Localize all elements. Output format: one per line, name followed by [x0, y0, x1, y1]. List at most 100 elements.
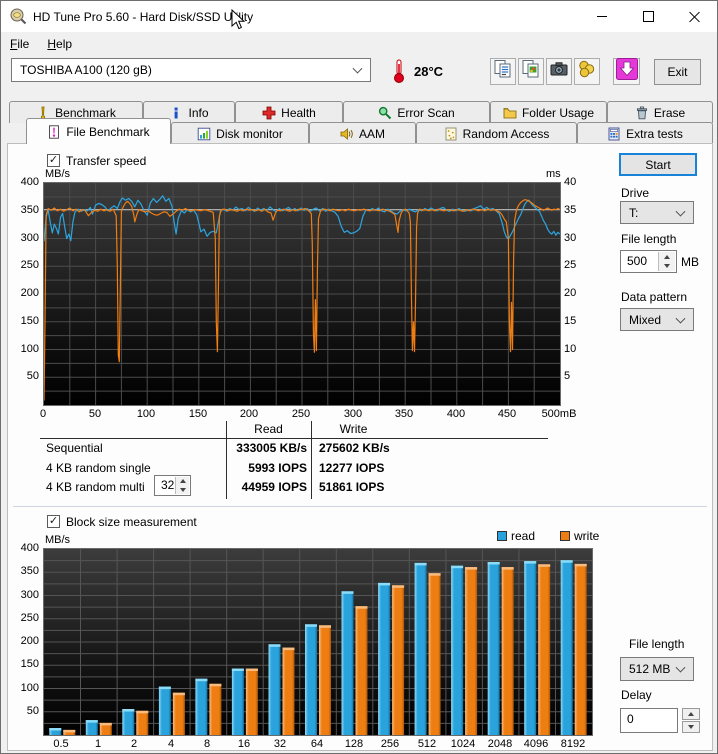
spin-up-icon[interactable] — [659, 252, 675, 262]
tab-label: Random Access — [462, 126, 550, 141]
bottom-chart-xtick: 512 — [417, 738, 437, 750]
file-length-spinner[interactable]: 500 — [620, 250, 677, 273]
update-download-button[interactable] — [613, 58, 640, 85]
delay-label: Delay — [621, 688, 652, 702]
exit-button[interactable]: Exit — [654, 59, 701, 85]
tab-extra-tests[interactable]: Extra tests — [577, 122, 713, 144]
drive-select[interactable]: TOSHIBA A100 (120 gB) — [11, 58, 371, 82]
tab-label: File Benchmark — [66, 124, 150, 139]
copy-report-icon — [493, 59, 513, 84]
drive-select-value: TOSHIBA A100 (120 gB) — [20, 63, 152, 77]
tab-label: Health — [281, 105, 316, 120]
file-length2-select[interactable]: 512 MB — [620, 657, 694, 681]
file-length-label: File length — [621, 232, 677, 246]
queue-depth-value: 32 — [161, 478, 175, 492]
top-chart-ytick-right: 35 — [564, 204, 577, 216]
top-chart-ytick-left: 250 — [20, 259, 39, 271]
maximize-button[interactable] — [625, 1, 671, 32]
top-chart-ytick-left: 150 — [20, 315, 39, 327]
bottom-chart-ytick: 250 — [20, 612, 39, 624]
block-size-checkbox[interactable]: ✓ — [47, 515, 60, 528]
top-chart-y-unit-right: ms — [546, 168, 561, 180]
tab-label: Folder Usage — [521, 105, 595, 120]
file-length2-label: File length — [629, 637, 685, 651]
copy-image-icon — [521, 59, 541, 84]
spin-down-icon[interactable] — [659, 261, 675, 271]
menu-item-help[interactable]: Help — [38, 32, 81, 51]
close-button[interactable] — [671, 1, 717, 32]
legend-read-swatch — [497, 531, 507, 541]
maximize-icon — [642, 11, 654, 22]
data-pattern-select[interactable]: Mixed — [620, 308, 694, 331]
top-chart-ytick-left: 350 — [20, 204, 39, 216]
minimize-icon — [597, 16, 607, 17]
top-chart-xtick: 500mB — [541, 408, 577, 420]
top-chart-ytick-right: 10 — [564, 343, 577, 355]
temperature-button[interactable] — [387, 57, 410, 85]
bottom-chart-xtick: 1024 — [450, 738, 476, 750]
delay-input[interactable]: 0 — [620, 708, 678, 733]
bottom-chart-xtick: 2 — [130, 738, 138, 750]
top-chart-ytick-left: 300 — [20, 232, 39, 244]
bottom-chart-y-unit: MB/s — [45, 534, 71, 546]
legend-write-swatch — [560, 531, 570, 541]
result-write-value: 12277 IOPS — [319, 461, 385, 475]
health-icon — [262, 106, 276, 120]
tab-random-access[interactable]: Random Access — [416, 122, 577, 144]
file-length-value: 500 — [627, 254, 648, 268]
bottom-chart-xtick: 1 — [94, 738, 102, 750]
drive-letter-select[interactable]: T: — [620, 201, 694, 224]
tab-aam[interactable]: AAM — [309, 122, 416, 144]
bottom-chart-xtick: 128 — [344, 738, 364, 750]
tab-label: AAM — [358, 126, 385, 141]
random-access-icon — [444, 127, 458, 141]
chevron-down-icon — [675, 313, 686, 324]
top-chart-ytick-right: 40 — [564, 176, 577, 188]
start-button[interactable]: Start — [619, 153, 697, 176]
section-separator — [13, 506, 707, 510]
transfer-speed-checkbox[interactable]: ✓ — [47, 154, 60, 167]
top-chart-xtick: 100 — [136, 408, 156, 420]
mouse-cursor — [231, 9, 246, 30]
bottom-chart-xtick: 32 — [273, 738, 287, 750]
tab-file-benchmark[interactable]: File Benchmark — [26, 118, 171, 144]
bottom-chart-ytick: 200 — [20, 635, 39, 647]
transfer-speed-label: Transfer speed — [66, 154, 147, 168]
copy-image-button[interactable] — [518, 58, 544, 85]
tab-error-scan[interactable]: Error Scan — [343, 101, 490, 123]
spin-up-icon[interactable] — [176, 477, 189, 486]
register-coins-button[interactable] — [574, 58, 600, 85]
result-read-value: 333005 KB/s — [236, 441, 307, 455]
result-read-value: 44959 IOPS — [241, 480, 307, 494]
file-length-unit: MB — [681, 255, 699, 269]
delay-down-button[interactable] — [682, 721, 700, 733]
bottom-chart-ytick: 150 — [20, 658, 39, 670]
extra-tests-icon — [607, 127, 621, 141]
tab-label: Error Scan — [397, 105, 455, 120]
top-chart-ytick-left: 200 — [20, 287, 39, 299]
result-write-value: 51861 IOPS — [319, 480, 385, 494]
result-row-label: Sequential — [46, 441, 103, 455]
tab-disk-monitor[interactable]: Disk monitor — [171, 122, 309, 144]
top-chart-ytick-right: 25 — [564, 259, 577, 271]
tab-erase[interactable]: Erase — [607, 101, 713, 123]
file-benchmark-icon — [47, 124, 61, 139]
top-chart-xtick: 400 — [446, 408, 466, 420]
result-read-value: 5993 IOPS — [248, 461, 307, 475]
chevron-down-icon — [675, 206, 686, 217]
minimize-button[interactable] — [579, 1, 625, 32]
spin-down-icon[interactable] — [176, 485, 189, 494]
queue-depth-spinner[interactable]: 32 — [154, 475, 191, 496]
menu-item-file[interactable]: File — [1, 32, 38, 51]
tab-label: Disk monitor — [216, 126, 283, 141]
tab-folder-usage[interactable]: Folder Usage — [490, 101, 607, 123]
info-icon — [169, 106, 183, 120]
bottom-chart-xtick: 256 — [380, 738, 400, 750]
top-chart-ytick-right: 15 — [564, 315, 577, 327]
window-title: HD Tune Pro 5.60 - Hard Disk/SSD Utility — [33, 10, 254, 24]
tab-health[interactable]: Health — [235, 101, 343, 123]
copy-report-button[interactable] — [490, 58, 516, 85]
temperature-value: 28°C — [414, 64, 444, 79]
delay-up-button[interactable] — [682, 708, 700, 720]
screenshot-camera-button[interactable] — [546, 58, 572, 85]
